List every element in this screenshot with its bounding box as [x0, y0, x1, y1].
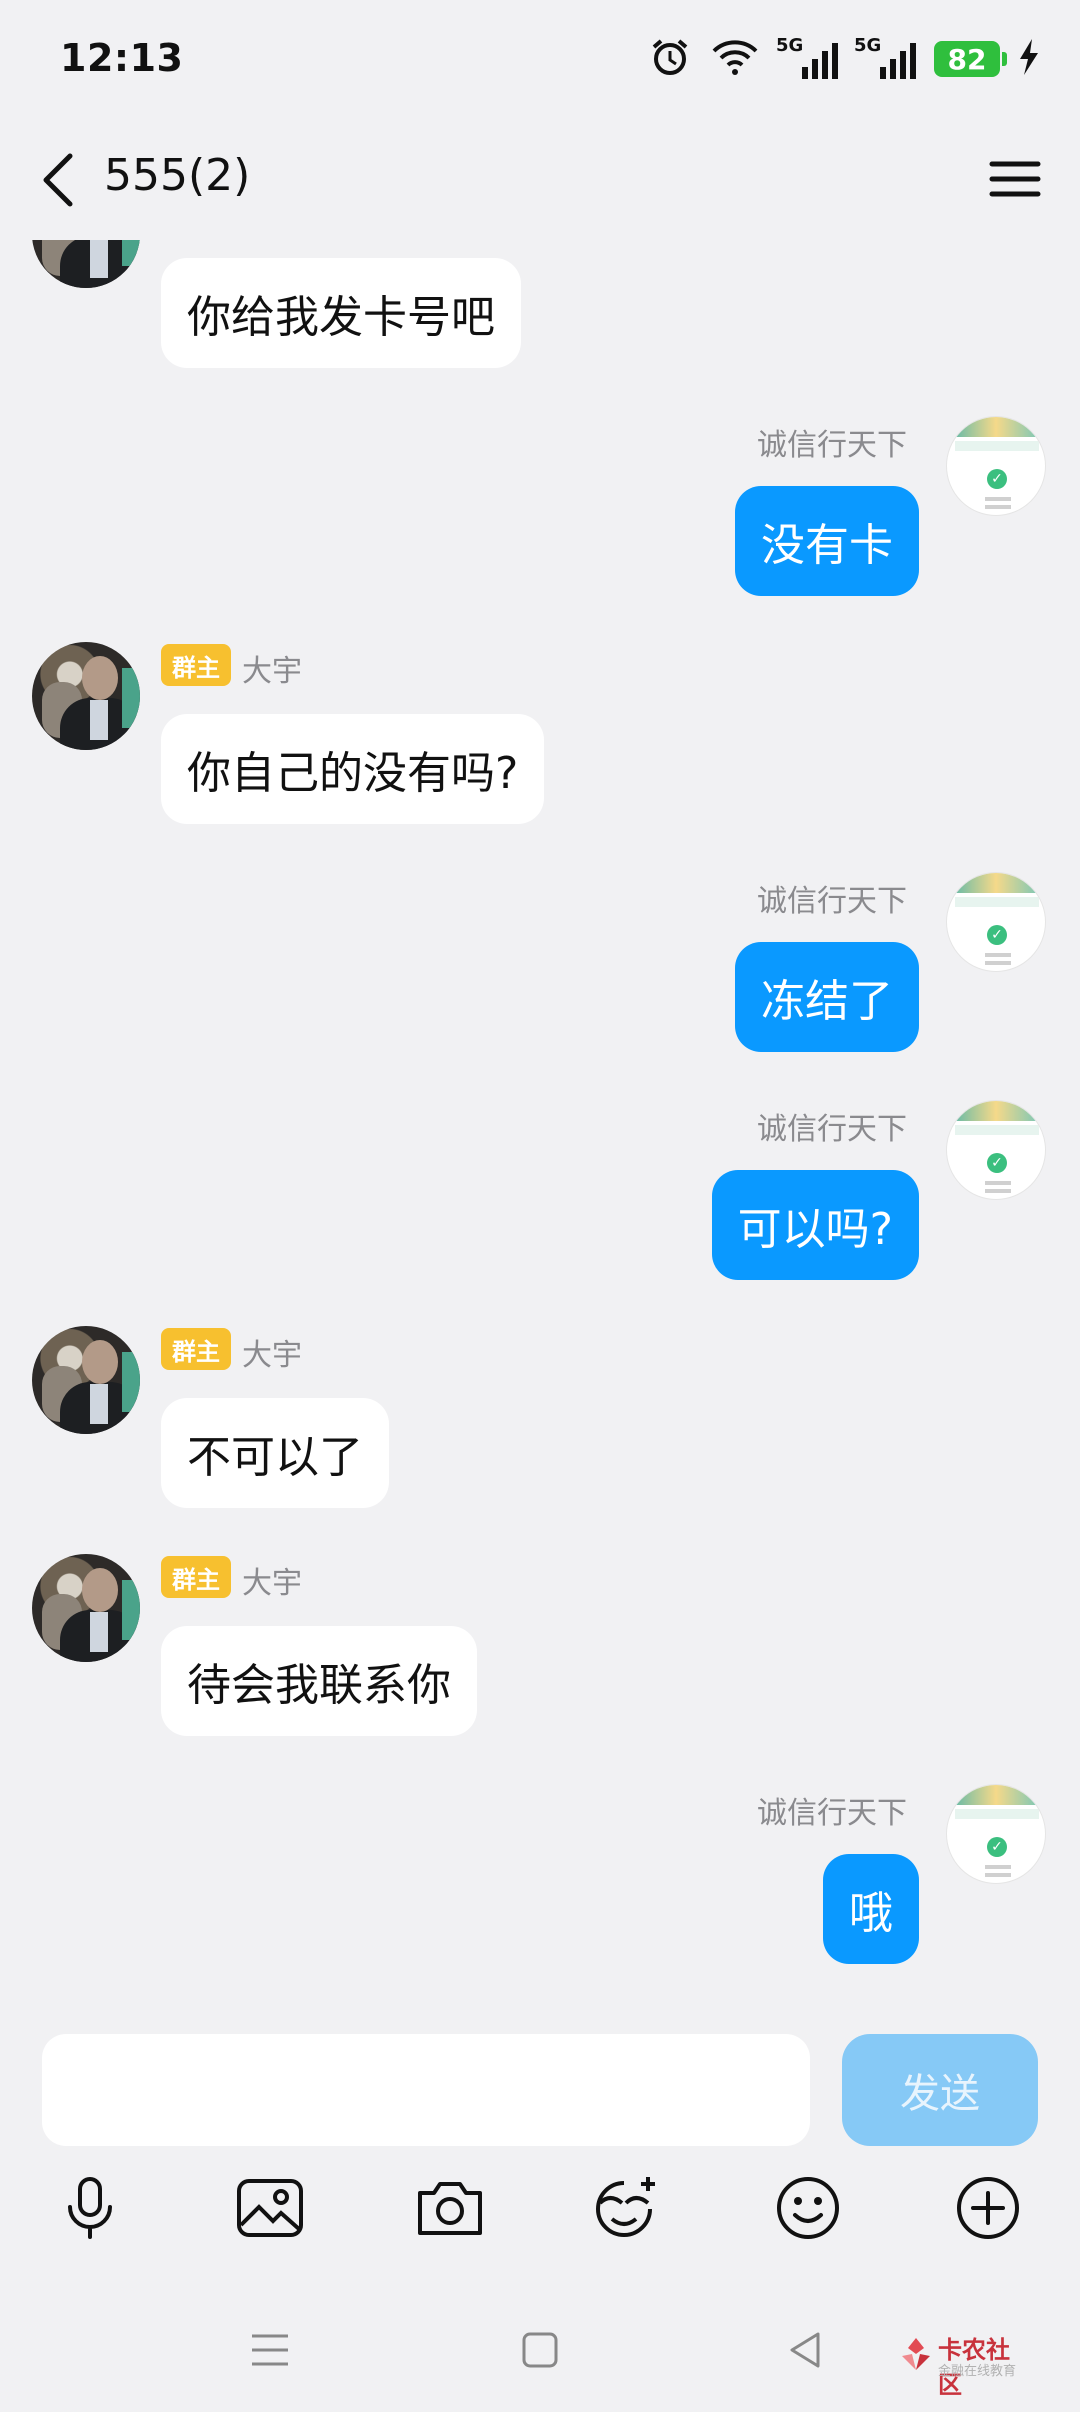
chevron-left-icon [43, 153, 73, 207]
message-bubble[interactable]: 哦 [823, 1854, 919, 1964]
avatar[interactable] [32, 1554, 140, 1662]
back-button[interactable] [34, 144, 94, 216]
avatar[interactable] [32, 1326, 140, 1434]
signal-icon-2: 5G [854, 35, 916, 79]
message-bubble[interactable]: 可以吗? [711, 1170, 919, 1280]
wifi-icon [710, 37, 760, 81]
avatar[interactable]: ✓ [946, 1784, 1046, 1884]
avatar[interactable] [32, 240, 140, 288]
watermark-subtitle: 金融在线教育 [938, 2364, 1017, 2379]
message-bubble[interactable]: 待会我联系你 [161, 1626, 477, 1736]
camera-icon[interactable] [412, 2170, 488, 2246]
alarm-icon [648, 35, 692, 83]
message-bubble[interactable]: 没有卡 [735, 486, 919, 596]
back-icon[interactable] [776, 2320, 836, 2380]
input-bar: 发送 [0, 2020, 1080, 2170]
sender-name: 诚信行天下 [757, 428, 907, 463]
sender-name: 大宇 [242, 1338, 302, 1373]
message-bubble[interactable]: 你自己的没有吗? [161, 714, 545, 824]
sender-name: 诚信行天下 [757, 1112, 907, 1147]
message-bubble[interactable]: 不可以了 [161, 1398, 389, 1508]
message-bubble[interactable]: 你给我发卡号吧 [161, 258, 521, 368]
chat-header: 555(2) [0, 120, 1080, 240]
charging-icon [1018, 37, 1040, 81]
image-icon[interactable] [232, 2170, 308, 2246]
sender-name: 诚信行天下 [757, 884, 907, 919]
send-button[interactable]: 发送 [842, 2034, 1038, 2146]
plus-icon[interactable] [950, 2170, 1026, 2246]
status-bar: 12:13 5G 5G 82 [0, 0, 1080, 120]
emoji-icon[interactable] [770, 2170, 846, 2246]
system-navbar: 卡农社区 金融在线教育 [0, 2300, 1080, 2412]
avatar[interactable]: ✓ [946, 416, 1046, 516]
group-owner-badge: 群主 [161, 1556, 231, 1598]
avatar[interactable]: ✓ [946, 1100, 1046, 1200]
status-icons: 5G 5G 82 [648, 34, 1040, 84]
message-input[interactable] [42, 2034, 810, 2146]
menu-icon [989, 161, 1041, 197]
input-toolbar [0, 2170, 1080, 2250]
group-owner-badge: 群主 [161, 644, 231, 686]
avatar[interactable] [32, 642, 140, 750]
status-time: 12:13 [60, 36, 184, 80]
sender-name: 大宇 [242, 1566, 302, 1601]
signal-icon: 5G [776, 35, 838, 79]
watermark: 卡农社区 金融在线教育 [898, 2330, 1028, 2399]
home-icon[interactable] [510, 2320, 570, 2380]
menu-button[interactable] [982, 146, 1048, 212]
avatar[interactable]: ✓ [946, 872, 1046, 972]
recents-icon[interactable] [240, 2320, 300, 2380]
microphone-icon[interactable] [52, 2170, 128, 2246]
sticker-icon[interactable] [588, 2170, 664, 2246]
chat-title: 555(2) [104, 150, 251, 201]
battery-icon: 82 [934, 41, 1007, 77]
group-owner-badge: 群主 [161, 1328, 231, 1370]
watermark-logo-icon [902, 2338, 930, 2370]
message-list[interactable]: 你给我发卡号吧 诚信行天下 ✓ 没有卡 群主 大宇 你自己的没有吗? 诚信行天下… [0, 240, 1080, 2020]
message-bubble[interactable]: 冻结了 [735, 942, 919, 1052]
sender-name: 诚信行天下 [757, 1796, 907, 1831]
sender-name: 大宇 [242, 654, 302, 689]
